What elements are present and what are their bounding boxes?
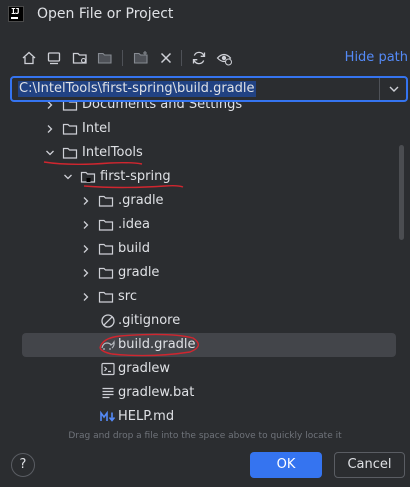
tree-item-label: gradlew (118, 361, 171, 376)
tree-item-src[interactable]: src (10, 285, 398, 309)
chevron-down-icon[interactable] (62, 171, 74, 183)
drag-drop-hint: Drag and drop a file into the space abov… (68, 431, 342, 441)
shell-script-icon (101, 362, 115, 376)
tree-item-label: IntelTools (82, 145, 143, 160)
tree-item-label: Intel (82, 121, 111, 136)
desktop-icon[interactable] (44, 48, 64, 68)
chevron-right-icon[interactable] (44, 102, 56, 111)
tree-item-label: first-spring (100, 169, 171, 184)
tree-item-label: .gitignore (118, 313, 181, 328)
tree-item-gitignore[interactable]: .gitignore (10, 309, 398, 333)
chevron-down-icon[interactable] (387, 82, 401, 96)
chevron-down-icon[interactable] (44, 147, 56, 159)
chevron-right-icon[interactable] (44, 123, 56, 135)
tree-item-label: build.gradle (118, 337, 196, 352)
tree-item-label: .gradle (118, 193, 164, 208)
toolbar-separator (181, 50, 182, 66)
chevron-right-icon[interactable] (80, 195, 92, 207)
tree-item-label: HELP.md (118, 409, 175, 424)
ok-button[interactable]: OK (250, 452, 322, 478)
folder-icon (98, 195, 114, 207)
folder-icon (98, 291, 114, 303)
tree-item-gradle[interactable]: gradle (10, 261, 398, 285)
toolbar-separator (122, 50, 123, 66)
cancel-button[interactable]: Cancel (334, 452, 405, 478)
show-hidden-files-icon[interactable] (214, 48, 234, 68)
file-tree[interactable]: Documents and Settings Intel IntelTools … (10, 102, 408, 427)
new-folder-icon[interactable] (131, 48, 151, 68)
folder-icon (98, 243, 114, 255)
project-folder-icon (80, 171, 96, 183)
ignore-file-icon (101, 314, 115, 328)
chevron-right-icon[interactable] (80, 291, 92, 303)
tree-item-build[interactable]: build (10, 237, 398, 261)
dropdown-separator (379, 78, 380, 100)
gradle-icon (101, 339, 115, 350)
tree-item-documents-and-settings[interactable]: Documents and Settings (10, 102, 398, 117)
tree-item-dot-idea[interactable]: .idea (10, 213, 398, 237)
markdown-icon (100, 410, 116, 422)
hide-path-link[interactable]: Hide path (345, 50, 408, 65)
dialog-title: Open File or Project (37, 6, 174, 22)
tree-item-label: src (118, 289, 137, 304)
tree-item-gradlew-bat[interactable]: gradlew.bat (10, 381, 398, 405)
tree-item-label: .idea (118, 217, 150, 232)
toolbar: Hide path (0, 44, 410, 72)
refresh-icon[interactable] (189, 48, 209, 68)
title-bar: IJ Open File or Project (0, 0, 410, 30)
tree-scrollbar[interactable] (399, 145, 404, 240)
chevron-right-icon[interactable] (80, 243, 92, 255)
help-button[interactable]: ? (11, 453, 35, 477)
tree-item-build-gradle[interactable]: build.gradle (22, 333, 396, 357)
folder-icon (62, 102, 78, 111)
folder-icon (98, 267, 114, 279)
text-file-icon (102, 387, 114, 399)
path-value: C:\IntelTools\first-spring\build.gradle (18, 81, 256, 97)
tree-item-intel[interactable]: Intel (10, 117, 398, 141)
project-directory-icon[interactable] (70, 48, 90, 68)
tree-item-first-spring[interactable]: first-spring (10, 165, 398, 189)
folder-icon (62, 123, 78, 135)
tree-item-label: Documents and Settings (82, 102, 243, 112)
chevron-right-icon[interactable] (80, 267, 92, 279)
module-directory-icon[interactable] (95, 48, 115, 68)
chevron-right-icon[interactable] (80, 219, 92, 231)
tree-item-inteltools[interactable]: IntelTools (10, 141, 398, 165)
folder-icon (98, 219, 114, 231)
folder-icon (62, 147, 78, 159)
tree-item-label: build (118, 241, 150, 256)
tree-item-label: gradlew.bat (118, 385, 195, 400)
home-icon[interactable] (19, 48, 39, 68)
tree-item-help-md[interactable]: HELP.md (10, 405, 398, 427)
tree-item-dot-gradle[interactable]: .gradle (10, 189, 398, 213)
delete-icon[interactable] (156, 48, 176, 68)
path-input[interactable]: C:\IntelTools\first-spring\build.gradle (10, 76, 408, 102)
tree-item-label: gradle (118, 265, 160, 280)
tree-item-gradlew[interactable]: gradlew (10, 357, 398, 381)
intellij-logo-icon: IJ (8, 6, 24, 22)
